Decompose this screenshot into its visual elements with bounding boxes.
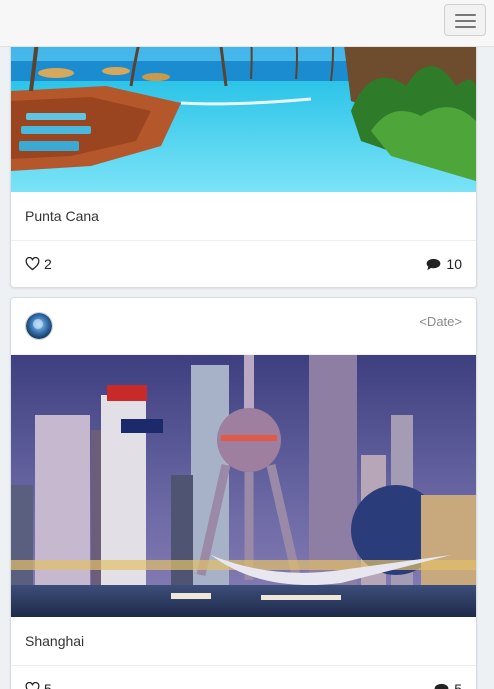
speech-bubble-icon — [434, 683, 449, 689]
page: Punta Cana 2 10 <Date> Shanghai 5 5 — [0, 0, 494, 689]
navbar-toggle-button[interactable] — [444, 4, 486, 36]
heart-outline-icon — [25, 256, 40, 271]
card-footer: 2 10 — [11, 241, 476, 287]
card-title: Shanghai — [11, 617, 476, 666]
menu-icon-bar — [455, 20, 476, 22]
like-button[interactable]: 5 — [25, 666, 52, 689]
menu-icon — [455, 14, 476, 16]
like-count: 5 — [44, 681, 52, 689]
post-date: <Date> — [419, 314, 462, 329]
like-button[interactable]: 2 — [25, 241, 52, 287]
avatar-image — [26, 313, 52, 339]
post-card: <Date> Shanghai 5 5 — [10, 297, 477, 689]
card-title: Punta Cana — [11, 192, 476, 241]
card-footer: 5 5 — [11, 666, 476, 689]
shanghai-skyline-photo[interactable] — [11, 355, 476, 617]
menu-icon-bar — [455, 26, 476, 28]
comments-button[interactable]: 10 — [426, 241, 462, 287]
comments-button[interactable]: 5 — [434, 666, 462, 689]
user-avatar[interactable] — [25, 312, 53, 340]
card-header: <Date> — [11, 298, 476, 355]
comment-count: 10 — [446, 256, 462, 272]
heart-outline-icon — [25, 681, 40, 689]
speech-bubble-icon — [427, 258, 441, 271]
like-count: 2 — [44, 256, 52, 272]
comment-count: 5 — [454, 681, 462, 689]
navbar — [0, 0, 494, 47]
